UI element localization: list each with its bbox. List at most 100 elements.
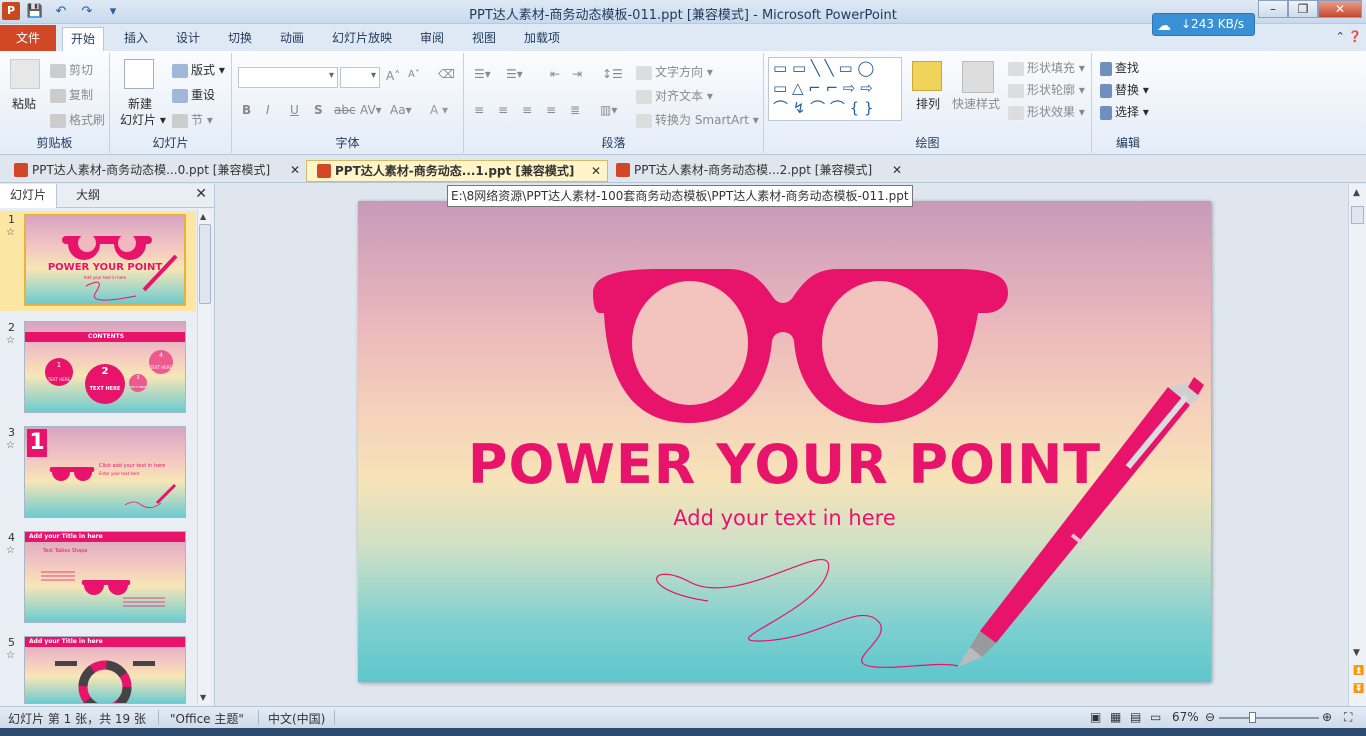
line-spacing-icon[interactable]: ↕☰ xyxy=(602,67,623,81)
slide-subtitle[interactable]: Add your text in here xyxy=(358,506,1211,530)
zoom-slider-knob[interactable] xyxy=(1249,712,1256,723)
fit-to-window-icon[interactable]: ⛶ xyxy=(1344,710,1352,725)
format-painter-button[interactable]: 格式刷 xyxy=(69,113,105,127)
shrink-font-button[interactable]: A˅ xyxy=(408,69,420,80)
justify-icon[interactable]: ≡ xyxy=(546,103,556,117)
close-tab-icon[interactable]: ✕ xyxy=(591,161,601,181)
copy-button[interactable]: 复制 xyxy=(69,88,93,102)
slide-sorter-icon[interactable]: ▦ xyxy=(1110,710,1121,724)
shape-effects-button[interactable]: 形状效果 xyxy=(1027,105,1075,119)
align-right-icon[interactable]: ≡ xyxy=(522,103,532,117)
replace-button[interactable]: 替换 xyxy=(1115,83,1139,97)
close-pane-icon[interactable]: ✕ xyxy=(195,186,207,202)
font-size-combo[interactable] xyxy=(340,67,380,88)
thumb-subtext: Enter your text here xyxy=(99,471,140,476)
reset-button[interactable]: 重设 xyxy=(191,88,215,102)
doc-tab-0[interactable]: PPT达人素材-商务动态模...0.ppt [兼容模式] ✕ xyxy=(4,160,306,182)
align-left-icon[interactable]: ≡ xyxy=(474,103,484,117)
section-button[interactable]: 节 xyxy=(191,113,203,127)
slide-title[interactable]: POWER YOUR POINT xyxy=(358,433,1211,496)
strikethrough-button[interactable]: abc xyxy=(334,103,356,117)
smartart-button[interactable]: 转换为 SmartArt xyxy=(655,113,749,127)
help-icon[interactable]: ⌃ ❓ xyxy=(1336,30,1362,43)
next-slide-icon[interactable]: ⏬ xyxy=(1353,684,1364,694)
align-text-button[interactable]: 对齐文本 xyxy=(655,89,703,103)
font-name-combo[interactable] xyxy=(238,67,338,88)
font-color-button[interactable]: A ▾ xyxy=(430,103,448,117)
scrollbar-thumb[interactable] xyxy=(199,224,211,304)
close-tab-icon[interactable]: ✕ xyxy=(290,160,300,180)
scroll-down-icon[interactable]: ▼ xyxy=(1353,648,1360,658)
columns-icon[interactable]: ▥▾ xyxy=(600,103,617,117)
bullets-icon[interactable]: ☰▾ xyxy=(474,67,491,81)
zoom-in-icon[interactable]: ⊕ xyxy=(1322,710,1332,724)
close-tab-icon[interactable]: ✕ xyxy=(892,160,902,180)
language-status[interactable]: 中文(中国) xyxy=(268,710,325,727)
close-button[interactable]: ✕ xyxy=(1318,0,1362,18)
tab-home[interactable]: 开始 xyxy=(62,27,105,51)
zoom-out-icon[interactable]: ⊖ xyxy=(1205,710,1215,724)
arrange-button[interactable]: 排列 xyxy=(916,95,940,112)
doc-tab-1[interactable]: PPT达人素材-商务动态...1.ppt [兼容模式] ✕ xyxy=(306,160,608,182)
tab-outline[interactable]: 大纲 xyxy=(66,184,110,208)
italic-button[interactable]: I xyxy=(266,103,270,117)
restore-button[interactable]: ❐ xyxy=(1288,0,1318,18)
shape-fill-button[interactable]: 形状填充 xyxy=(1027,61,1075,75)
shadow-button[interactable]: S xyxy=(314,103,323,117)
tab-file[interactable]: 文件 xyxy=(0,25,56,51)
grow-font-button[interactable]: A˄ xyxy=(386,69,400,83)
new-slide-label[interactable]: 新建 xyxy=(128,95,152,112)
quick-styles-button[interactable]: 快速样式 xyxy=(952,95,1000,112)
net-speed-widget[interactable]: ☁ ↓243 KB/s xyxy=(1152,13,1255,36)
cut-button[interactable]: 剪切 xyxy=(69,63,93,77)
text-direction-button[interactable]: 文字方向 xyxy=(655,65,703,79)
scroll-down-icon[interactable]: ▼ xyxy=(200,693,206,702)
tab-review[interactable]: 审阅 xyxy=(412,27,452,51)
current-slide[interactable]: POWER YOUR POINT Add your text in here xyxy=(358,201,1211,682)
decrease-indent-icon[interactable]: ⇤ xyxy=(550,67,560,81)
paste-button[interactable]: 粘贴 xyxy=(12,95,36,112)
tab-addins[interactable]: 加载项 xyxy=(516,27,568,51)
char-spacing-button[interactable]: AV▾ xyxy=(360,103,382,117)
scrollbar-thumb[interactable] xyxy=(1351,206,1364,224)
scroll-up-icon[interactable]: ▲ xyxy=(1353,188,1360,198)
underline-button[interactable]: U xyxy=(290,103,299,117)
tab-slides[interactable]: 幻灯片 xyxy=(0,184,58,208)
zoom-level[interactable]: 67% xyxy=(1172,710,1199,724)
minimize-button[interactable]: – xyxy=(1258,0,1288,18)
reading-view-icon[interactable]: ▤ xyxy=(1130,710,1141,724)
tab-animations[interactable]: 动画 xyxy=(272,27,312,51)
select-button[interactable]: 选择 xyxy=(1115,105,1139,119)
increase-indent-icon[interactable]: ⇥ xyxy=(572,67,582,81)
arrange-icon[interactable] xyxy=(912,61,942,91)
prev-slide-icon[interactable]: ⏫ xyxy=(1353,666,1364,676)
shape-outline-button[interactable]: 形状轮廓 xyxy=(1027,83,1075,97)
numbering-icon[interactable]: ☰▾ xyxy=(506,67,523,81)
slideshow-view-icon[interactable]: ▭ xyxy=(1150,710,1161,724)
normal-view-icon[interactable]: ▣ xyxy=(1090,710,1101,724)
new-slide-icon[interactable] xyxy=(124,59,154,89)
quick-styles-icon[interactable] xyxy=(962,61,994,93)
bold-button[interactable]: B xyxy=(242,103,251,117)
tab-insert[interactable]: 插入 xyxy=(116,27,156,51)
tab-slideshow[interactable]: 幻灯片放映 xyxy=(324,27,400,51)
find-button[interactable]: 查找 xyxy=(1115,61,1139,75)
scroll-up-icon[interactable]: ▲ xyxy=(200,212,206,221)
layout-button[interactable]: 版式 xyxy=(191,63,215,77)
tab-transitions[interactable]: 切换 xyxy=(220,27,260,51)
align-center-icon[interactable]: ≡ xyxy=(498,103,508,117)
new-slide-dropdown[interactable]: 幻灯片 ▾ xyxy=(120,111,166,128)
distribute-icon[interactable]: ≣ xyxy=(570,103,580,117)
animation-star-icon: ☆ xyxy=(6,440,15,451)
zoom-slider[interactable] xyxy=(1219,717,1319,719)
shapes-gallery[interactable]: ▭ ▭ ╲ ╲ ▭ ◯ ▭ △ ⌐ ⌐ ⇨ ⇨ ⌒ ↯ ⌒ ⌒ { } xyxy=(768,57,902,121)
tab-view[interactable]: 视图 xyxy=(464,27,504,51)
editor-scrollbar[interactable]: ▲ ▼ ⏫ ⏬ xyxy=(1348,184,1366,706)
tab-design[interactable]: 设计 xyxy=(168,27,208,51)
slides-pane-scrollbar[interactable]: ▲ ▼ xyxy=(197,210,211,704)
change-case-button[interactable]: Aa▾ xyxy=(390,103,412,117)
paste-icon[interactable] xyxy=(10,59,40,89)
slide-thumbnail-1[interactable]: 1 ☆ POWER YOUR POINT Add your text in he… xyxy=(0,211,196,311)
doc-tab-2[interactable]: PPT达人素材-商务动态模...2.ppt [兼容模式] ✕ xyxy=(606,160,908,182)
clear-format-icon[interactable]: ⌫ xyxy=(438,67,455,81)
